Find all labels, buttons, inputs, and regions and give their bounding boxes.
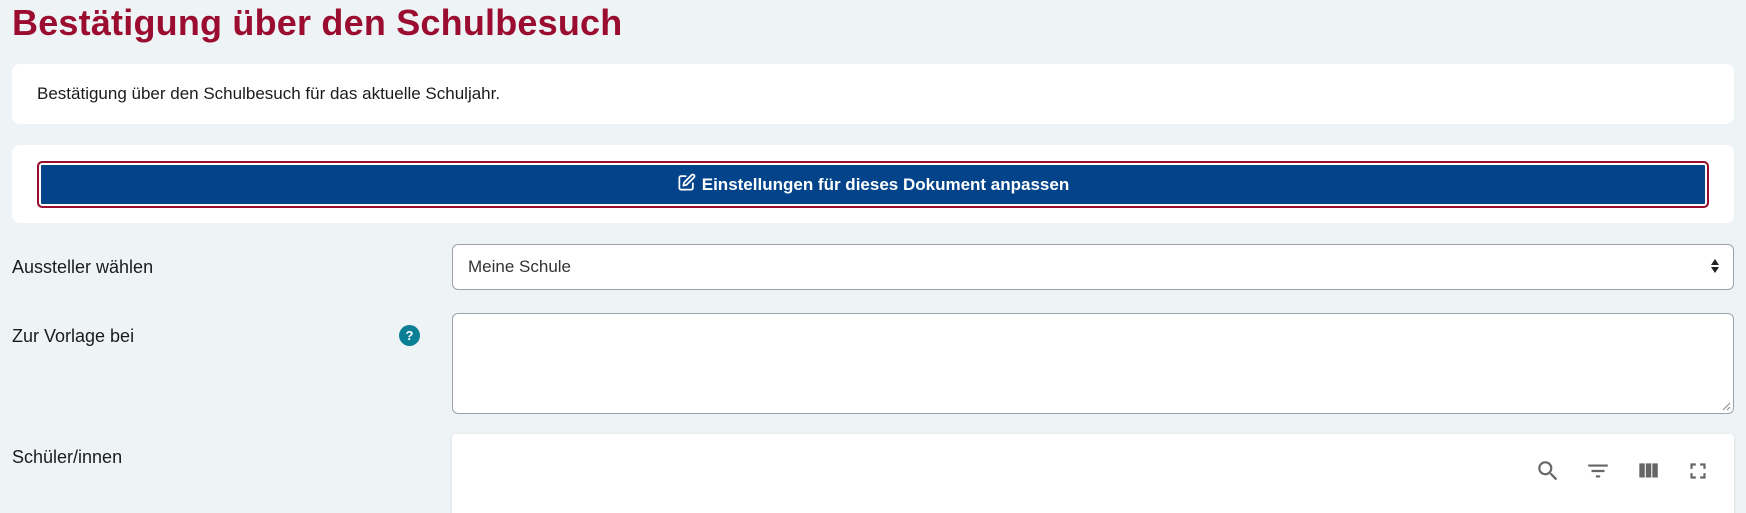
action-card: Einstellungen für dieses Dokument anpass…	[12, 145, 1734, 223]
fullscreen-button[interactable]	[1683, 456, 1712, 485]
resize-grip-icon[interactable]	[1721, 401, 1731, 411]
submit-to-textarea[interactable]	[452, 313, 1734, 414]
info-card: Bestätigung über den Schulbesuch für das…	[12, 64, 1734, 124]
filter-icon	[1587, 464, 1608, 477]
issuer-label: Aussteller wählen	[12, 257, 154, 277]
filter-button[interactable]	[1583, 456, 1612, 485]
issuer-selected-value: Meine Schule	[468, 257, 572, 276]
page-title: Bestätigung über den Schulbesuch	[12, 2, 623, 43]
adjust-settings-button[interactable]: Einstellungen für dieses Dokument anpass…	[37, 161, 1709, 208]
issuer-select[interactable]: Meine Schule	[452, 244, 1734, 290]
table-toolbar	[1533, 456, 1712, 485]
students-table	[452, 434, 1734, 513]
page: Bestätigung über den Schulbesuch Bestäti…	[0, 0, 1746, 513]
submit-to-label: Zur Vorlage bei	[12, 326, 135, 346]
select-arrows-icon	[1711, 259, 1719, 273]
help-icon[interactable]: ?	[399, 325, 420, 346]
search-icon	[1537, 460, 1557, 480]
columns-icon	[1638, 462, 1658, 477]
adjust-settings-label: Einstellungen für dieses Dokument anpass…	[701, 174, 1070, 194]
edit-icon	[677, 173, 696, 197]
info-text: Bestätigung über den Schulbesuch für das…	[37, 84, 501, 103]
search-button[interactable]	[1533, 456, 1562, 485]
columns-button[interactable]	[1633, 456, 1662, 485]
fullscreen-icon	[1689, 462, 1706, 479]
students-label: Schüler/innen	[12, 447, 123, 467]
